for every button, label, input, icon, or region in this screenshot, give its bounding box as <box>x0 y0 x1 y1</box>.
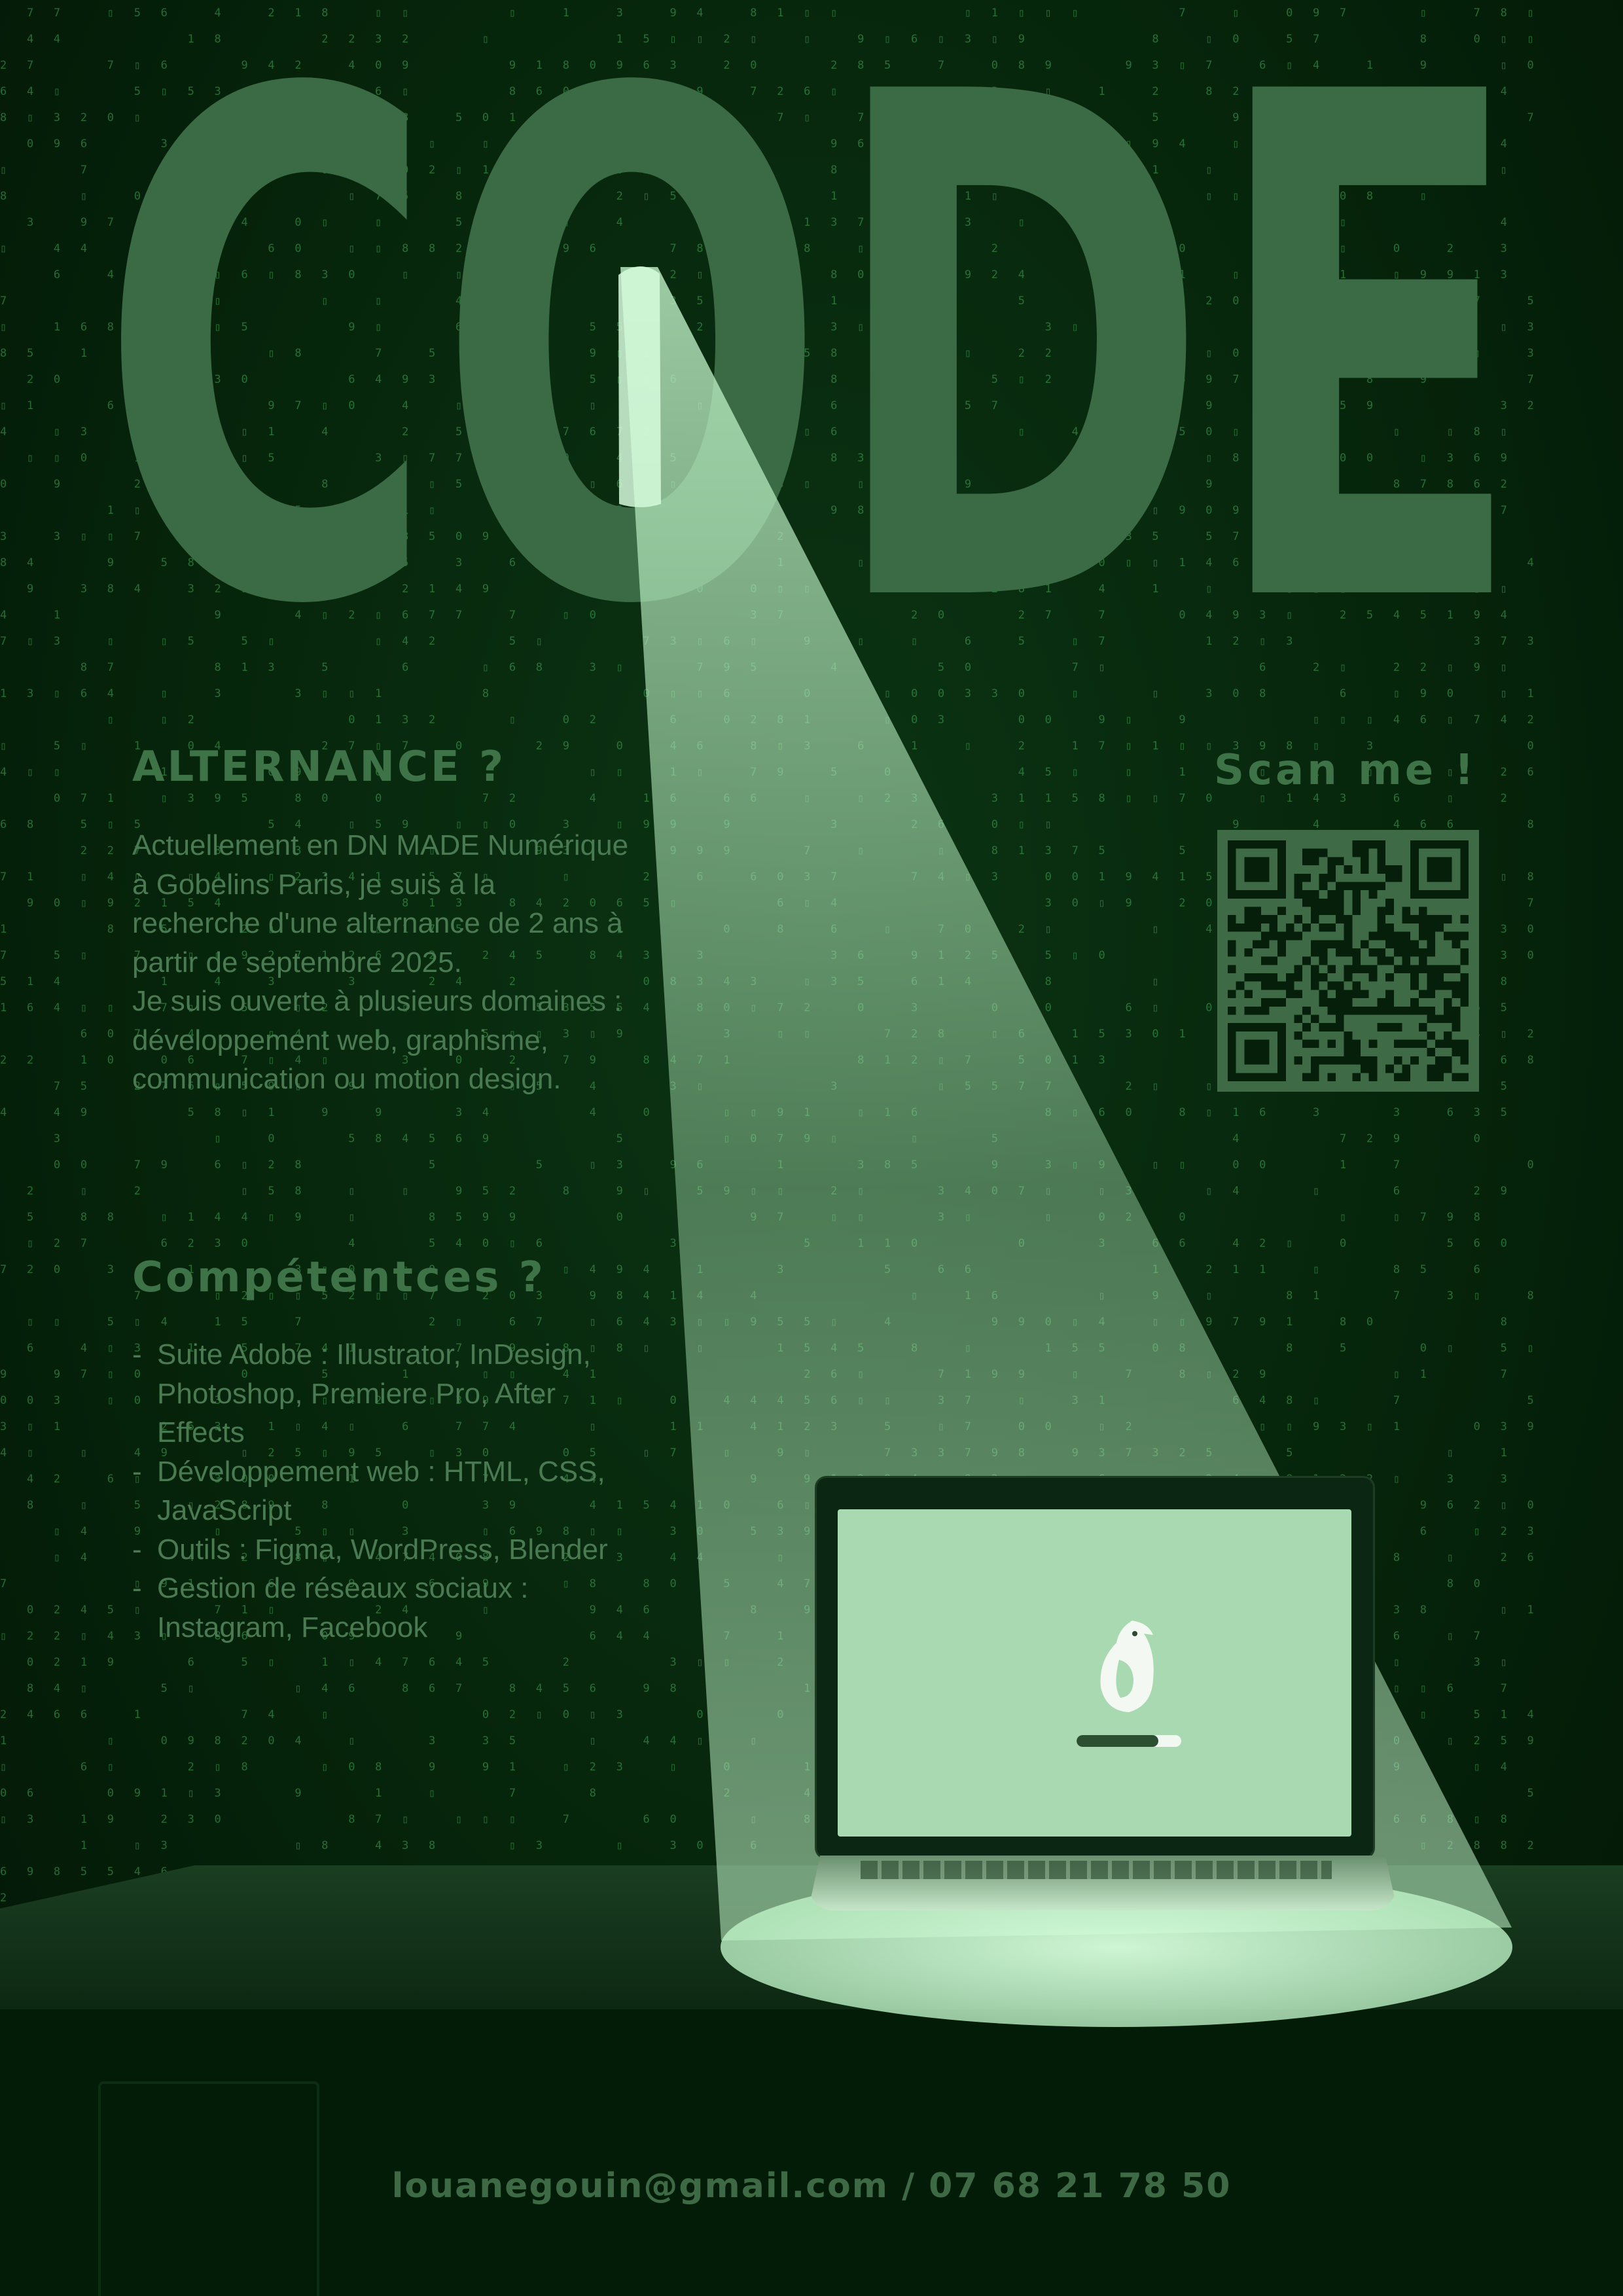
skill-item: Suite Adobe : Illustrator, InDesign, Pho… <box>132 1335 630 1452</box>
skill-item: Outils : Figma, WordPress, Blender <box>132 1530 630 1570</box>
skills-list: Suite Adobe : Illustrator, InDesign, Pho… <box>132 1335 630 1647</box>
laptop-keyboard <box>861 1861 1332 1879</box>
skill-item: Gestion de réseaux sociaux : Instagram, … <box>132 1569 630 1647</box>
laptop-screen <box>838 1509 1351 1837</box>
loading-bar-fill <box>1077 1735 1158 1747</box>
contact-info[interactable]: louanegouin@gmail.com / 07 68 21 78 50 <box>0 2166 1623 2206</box>
alternance-line: Actuellement en DN MADE Numérique à Gobe… <box>132 829 629 978</box>
skill-item: Développement web : HTML, CSS, JavaScrip… <box>132 1452 630 1530</box>
scan-me-title: Scan me ! <box>1214 746 1477 795</box>
qr-code[interactable] <box>1217 830 1479 1092</box>
gobelins-penguin-logo-icon <box>1100 1621 1154 1712</box>
laptop-lid <box>815 1476 1375 1859</box>
headline: CODE <box>98 0 1525 655</box>
poster: 7 7 ▯ 5 6 4 2 1 8 ▯ ▯ ▯ 1 3 9 4 8 1 ▯ ▯ … <box>0 0 1623 2296</box>
headline-text: CODE <box>98 0 1525 655</box>
alternance-text: Actuellement en DN MADE Numérique à Gobe… <box>132 826 630 1099</box>
desk <box>0 1865 1623 2296</box>
loading-bar <box>1077 1735 1181 1747</box>
skills-title: Compétentces ? <box>132 1253 546 1302</box>
alternance-line: Je suis ouverte à plusieurs domaines : d… <box>132 985 622 1095</box>
laptop <box>808 1476 1397 1934</box>
qr-code-icon <box>1228 840 1469 1081</box>
alternance-title: ALTERNANCE ? <box>132 743 507 791</box>
